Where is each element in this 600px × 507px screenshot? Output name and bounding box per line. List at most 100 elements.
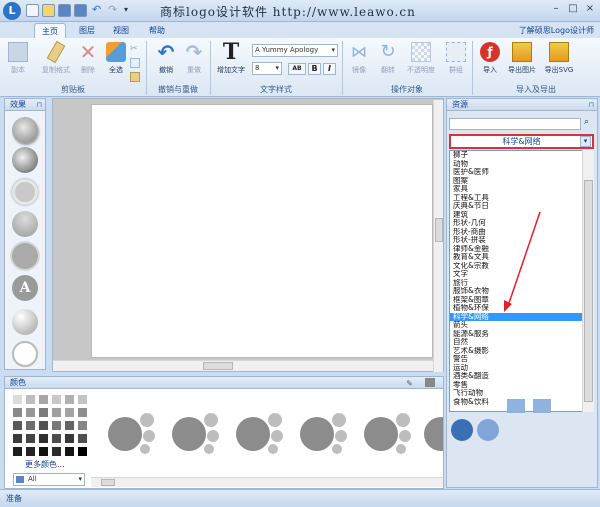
color-swatch[interactable] — [51, 433, 62, 444]
color-preset-4[interactable] — [300, 413, 347, 454]
canvas-vertical-scrollbar[interactable] — [433, 100, 443, 372]
tab-view[interactable]: 视图 — [106, 23, 136, 38]
cut-icon[interactable]: ✂ — [130, 44, 140, 54]
save-as-icon[interactable] — [74, 4, 87, 17]
list-item[interactable]: 艺术&摄影 — [450, 347, 593, 356]
effect-gloss-preset[interactable] — [12, 309, 38, 335]
quick-access-dropdown-icon[interactable]: ▾ — [124, 4, 137, 17]
opacity-button[interactable]: 不透明度 — [403, 42, 439, 75]
list-item[interactable]: 家具 — [450, 185, 593, 194]
effect-none-preset[interactable] — [12, 341, 38, 367]
color-swatch[interactable] — [25, 394, 36, 405]
list-item[interactable]: 动物 — [450, 160, 593, 169]
italic-button[interactable]: I — [323, 63, 336, 75]
list-item[interactable]: 酒类&翻造 — [450, 372, 593, 381]
effect-text-preset[interactable]: A — [12, 275, 38, 301]
list-item[interactable]: 零售 — [450, 381, 593, 390]
list-item[interactable]: 能源&服务 — [450, 330, 593, 339]
color-swatch[interactable] — [12, 433, 23, 444]
copy-format-button[interactable]: 复制格式 — [38, 40, 74, 75]
pin-icon[interactable]: ⊓ — [589, 100, 594, 111]
effect-gradient-preset[interactable] — [12, 211, 38, 237]
color-preset-2[interactable] — [172, 413, 219, 454]
category-select[interactable]: 科学&网络 ▾ — [449, 134, 594, 149]
category-list-scrollbar[interactable] — [582, 150, 594, 412]
group-button[interactable]: 群组 — [444, 42, 468, 75]
list-item[interactable]: 警告 — [450, 355, 593, 364]
more-colors-link[interactable]: 更多颜色... — [25, 459, 65, 470]
maximize-icon[interactable]: □ — [567, 3, 579, 15]
color-swatch[interactable] — [38, 407, 49, 418]
redo-button[interactable]: ↷ 重做 — [182, 42, 206, 75]
list-item[interactable]: 工程&工具 — [450, 194, 593, 203]
color-swatch[interactable] — [77, 394, 88, 405]
color-swatch[interactable] — [12, 407, 23, 418]
minimize-icon[interactable]: – — [550, 3, 562, 15]
resource-thumbnail[interactable] — [533, 399, 551, 413]
new-file-icon[interactable] — [26, 4, 39, 17]
copy-icon[interactable] — [130, 58, 140, 68]
font-family-select[interactable]: A Yummy Apology ▾ — [252, 44, 338, 57]
color-swatch[interactable] — [38, 446, 49, 457]
select-all-button[interactable]: 全选 — [104, 42, 128, 75]
letter-spacing-button[interactable]: AB — [288, 63, 306, 75]
color-preset-6[interactable] — [424, 417, 458, 451]
color-swatch[interactable] — [64, 433, 75, 444]
list-item[interactable]: 狮子 — [450, 151, 593, 160]
color-swatch-icon[interactable] — [425, 378, 435, 387]
color-swatch[interactable] — [64, 407, 75, 418]
scroll-thumb[interactable] — [101, 479, 115, 486]
paste-icon[interactable] — [130, 72, 140, 82]
color-swatch[interactable] — [77, 420, 88, 431]
color-swatch[interactable] — [12, 420, 23, 431]
color-swatch[interactable] — [38, 394, 49, 405]
color-preset-5[interactable] — [364, 413, 411, 454]
list-item[interactable]: 医护&医师 — [450, 168, 593, 177]
tab-layers[interactable]: 图层 — [72, 23, 102, 38]
color-swatch[interactable] — [51, 420, 62, 431]
list-item[interactable]: 飞行动物 — [450, 389, 593, 398]
effect-glow-preset[interactable] — [12, 243, 38, 269]
duplicate-button[interactable]: 副本 — [6, 42, 30, 75]
list-item[interactable]: 自然 — [450, 338, 593, 347]
about-link[interactable]: 了解硕思Logo设计师 — [519, 23, 594, 38]
color-swatch[interactable] — [64, 420, 75, 431]
resource-thumbnail[interactable] — [507, 399, 525, 413]
quick-redo-icon[interactable]: ↷ — [108, 4, 121, 17]
color-preset-1[interactable] — [108, 413, 155, 454]
color-swatch[interactable] — [38, 433, 49, 444]
color-swatch[interactable] — [64, 446, 75, 457]
tab-home[interactable]: 主页 — [34, 23, 66, 38]
scroll-thumb[interactable] — [584, 180, 593, 402]
open-folder-icon[interactable] — [42, 4, 55, 17]
flip-button[interactable]: ↻ 翻转 — [376, 42, 400, 75]
color-swatch[interactable] — [77, 407, 88, 418]
save-icon[interactable] — [58, 4, 71, 17]
effect-bevel-preset[interactable] — [12, 147, 38, 173]
color-swatch[interactable] — [25, 407, 36, 418]
font-size-select[interactable]: 8 ▾ — [252, 62, 282, 75]
canvas-horizontal-scrollbar[interactable] — [53, 360, 433, 371]
mirror-button[interactable]: ⋈ 镜像 — [347, 42, 371, 75]
search-icon[interactable]: ⌕ — [584, 117, 596, 129]
delete-button[interactable]: ✕ 删除 — [76, 42, 100, 75]
globe-icon[interactable] — [451, 419, 473, 441]
export-svg-button[interactable]: 导出SVG — [542, 42, 576, 75]
effect-outline-preset[interactable] — [12, 179, 38, 205]
design-canvas[interactable] — [91, 104, 433, 358]
globe-icon[interactable] — [477, 419, 499, 441]
add-text-button[interactable]: T 增加文字 — [214, 41, 248, 75]
color-swatch[interactable] — [51, 446, 62, 457]
presets-horizontal-scrollbar[interactable] — [91, 477, 443, 487]
color-swatch[interactable] — [12, 394, 23, 405]
color-swatch[interactable] — [77, 446, 88, 457]
scroll-thumb[interactable] — [203, 362, 233, 370]
color-swatch[interactable] — [64, 394, 75, 405]
chevron-down-icon[interactable]: ▾ — [580, 136, 591, 147]
color-swatch[interactable] — [38, 420, 49, 431]
color-filter-select[interactable]: All ▾ — [13, 473, 85, 486]
quick-undo-icon[interactable]: ↶ — [92, 4, 105, 17]
eyedropper-icon[interactable]: ✎ — [406, 378, 413, 389]
color-preset-3[interactable] — [236, 413, 283, 454]
effect-shadow-preset[interactable] — [12, 117, 38, 143]
